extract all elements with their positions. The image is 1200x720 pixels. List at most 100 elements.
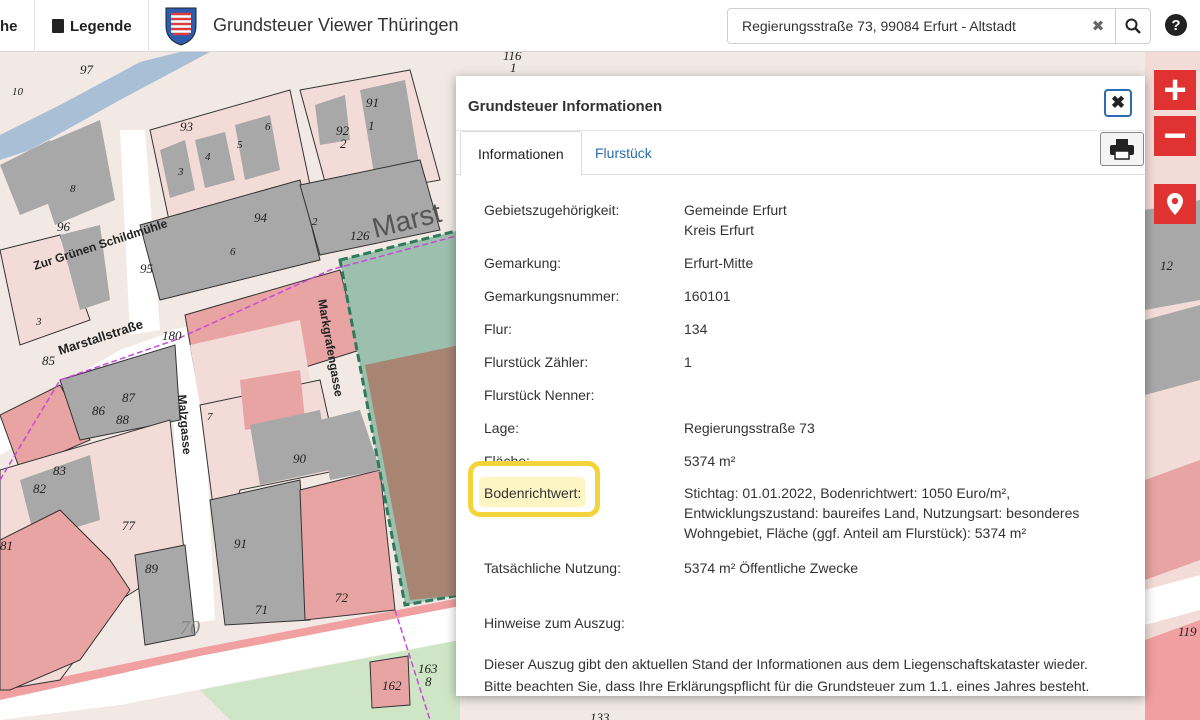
parcel-number: 1 bbox=[510, 60, 517, 75]
divider bbox=[34, 0, 35, 52]
parcel-number: 2 bbox=[340, 136, 347, 151]
building bbox=[1145, 305, 1200, 395]
parcel-number: 5 bbox=[237, 139, 243, 151]
parcel-number: 180 bbox=[162, 328, 182, 343]
info-label: Tatsächliche Nutzung: bbox=[484, 560, 621, 576]
parcel-number: 126 bbox=[350, 228, 370, 243]
dialog-header: Grundsteuer Informationen ✖ bbox=[456, 76, 1145, 131]
info-label: Flurstück Nenner: bbox=[484, 387, 595, 403]
close-button[interactable]: ✖ bbox=[1104, 89, 1132, 117]
parcel-number: 70 bbox=[180, 617, 200, 639]
legend-label: Legende bbox=[70, 17, 132, 35]
parcel-number: 2 bbox=[312, 216, 318, 228]
parcel-number: 72 bbox=[335, 590, 349, 605]
thuringia-coat-of-arms-icon bbox=[165, 7, 197, 46]
app-title: Grundsteuer Viewer Thüringen bbox=[213, 15, 459, 35]
info-label: Gemarkungsnummer: bbox=[484, 288, 620, 304]
info-value: Regierungsstraße 73 bbox=[684, 420, 815, 436]
dialog-tabs: Informationen Flurstück bbox=[456, 131, 1145, 176]
info-label: Gebietszugehörigkeit: bbox=[484, 202, 620, 218]
address-search: ✖ bbox=[727, 8, 1151, 44]
info-dialog: Grundsteuer Informationen ✖ Informatione… bbox=[456, 76, 1145, 696]
clear-search-button[interactable]: ✖ bbox=[1081, 9, 1115, 43]
info-value: 5374 m² Öffentliche Zwecke bbox=[684, 560, 859, 576]
dialog-title: Grundsteuer Informationen bbox=[468, 98, 663, 115]
info-label: Flur: bbox=[484, 321, 512, 337]
plus-icon: + bbox=[1163, 68, 1187, 112]
close-icon: ✖ bbox=[1110, 93, 1126, 112]
notes-heading: Hinweise zum Auszug: bbox=[484, 615, 625, 631]
info-value: 5374 m² bbox=[684, 453, 736, 469]
clear-icon: ✖ bbox=[1091, 18, 1105, 35]
info-label: Bodenrichtwert: bbox=[484, 485, 582, 501]
info-value: Stichtag: 01.01.2022, Bodenrichtwert: 10… bbox=[684, 483, 1114, 543]
parcel-number: 3 bbox=[177, 166, 184, 178]
bodenrichtwert-label-wrap: Bodenrichtwert: bbox=[468, 461, 674, 517]
parcel-pink bbox=[1145, 460, 1200, 580]
parcel-number: 87 bbox=[122, 390, 136, 405]
parcel-number: 91 bbox=[366, 95, 379, 110]
zoom-in-button[interactable]: + bbox=[1154, 70, 1196, 110]
parcel-number: 85 bbox=[42, 353, 56, 368]
locate-button[interactable] bbox=[1154, 184, 1196, 224]
parcel-number: 97 bbox=[80, 62, 94, 77]
info-label: Flurstück Zähler: bbox=[484, 354, 589, 370]
parcel-number: 95 bbox=[140, 261, 154, 276]
notes-line: Bitte beachten Sie, dass Ihre Erklärungs… bbox=[484, 678, 1090, 694]
parcel-number: 162 bbox=[382, 678, 402, 693]
parcel-number: 1 bbox=[368, 118, 375, 133]
parcel-number: 8 bbox=[425, 674, 432, 689]
search-icon bbox=[1125, 18, 1141, 34]
notes-line: Dieser Auszug gibt den aktuellen Stand d… bbox=[484, 656, 1088, 672]
info-value: Erfurt-Mitte bbox=[684, 255, 754, 271]
search-button[interactable] bbox=[1116, 9, 1150, 43]
parcel-number: 93 bbox=[180, 119, 194, 134]
help-icon: ? bbox=[1171, 16, 1181, 34]
parcel-number: 89 bbox=[145, 561, 159, 576]
info-value: 160101 bbox=[684, 288, 731, 304]
menu-item-cut-label: he bbox=[0, 17, 18, 35]
parcel-number: 10 bbox=[12, 86, 24, 98]
info-value: Gemeinde Erfurt Kreis Erfurt bbox=[684, 200, 1114, 240]
info-value-line: Gemeinde Erfurt bbox=[684, 202, 787, 218]
print-button[interactable] bbox=[1100, 132, 1144, 166]
parcel-number: 86 bbox=[92, 403, 106, 418]
parcel-number: 3 bbox=[35, 316, 42, 328]
parcel-number: 88 bbox=[116, 412, 130, 427]
info-value: 1 bbox=[684, 354, 692, 370]
location-pin-icon bbox=[1167, 193, 1183, 215]
info-label: Gemarkung: bbox=[484, 255, 562, 271]
menu-item-cut[interactable]: he bbox=[0, 0, 34, 52]
info-value: 134 bbox=[684, 321, 708, 337]
printer-icon bbox=[1110, 139, 1134, 160]
parcel-number: 82 bbox=[33, 481, 47, 496]
minus-icon: − bbox=[1163, 114, 1187, 158]
top-bar: he Legende Grundsteuer Viewer Thüringen … bbox=[0, 0, 1200, 52]
zoom-out-button[interactable]: − bbox=[1154, 116, 1196, 156]
parcel-number: 8 bbox=[70, 183, 76, 195]
parcel-number: 94 bbox=[254, 210, 268, 225]
info-value-line: Stichtag: 01.01.2022, Bodenrichtwert: 10… bbox=[684, 485, 1011, 501]
parcel-number: 7 bbox=[207, 411, 213, 423]
info-value-line: Entwicklungszustand: baureifes Land, Nut… bbox=[684, 505, 1080, 521]
tab-informationen[interactable]: Informationen bbox=[460, 131, 582, 176]
parcel-number: 96 bbox=[57, 219, 71, 234]
info-value-line: Wohngebiet, Fläche (ggf. Anteil am Flurs… bbox=[684, 525, 1027, 541]
legend-button[interactable]: Legende bbox=[52, 0, 148, 52]
book-icon bbox=[52, 19, 64, 33]
parcel-number: 6 bbox=[230, 246, 236, 258]
parcel-number: 83 bbox=[53, 463, 67, 478]
parcel-number: 91 bbox=[234, 536, 247, 551]
info-value-line: Kreis Erfurt bbox=[684, 222, 755, 238]
help-button[interactable]: ? bbox=[1165, 14, 1187, 36]
parcel-number: 77 bbox=[122, 518, 136, 533]
parcel-number: 4 bbox=[205, 151, 211, 163]
parcel-number: 90 bbox=[293, 451, 307, 466]
parcel-number: 133 bbox=[590, 710, 610, 720]
tab-flurstueck[interactable]: Flurstück bbox=[578, 131, 669, 175]
divider bbox=[148, 0, 149, 52]
parcel-number: 81 bbox=[0, 538, 13, 553]
info-label: Lage: bbox=[484, 420, 520, 436]
search-input[interactable] bbox=[728, 9, 1081, 43]
parcel-number: 12 bbox=[1160, 258, 1174, 273]
